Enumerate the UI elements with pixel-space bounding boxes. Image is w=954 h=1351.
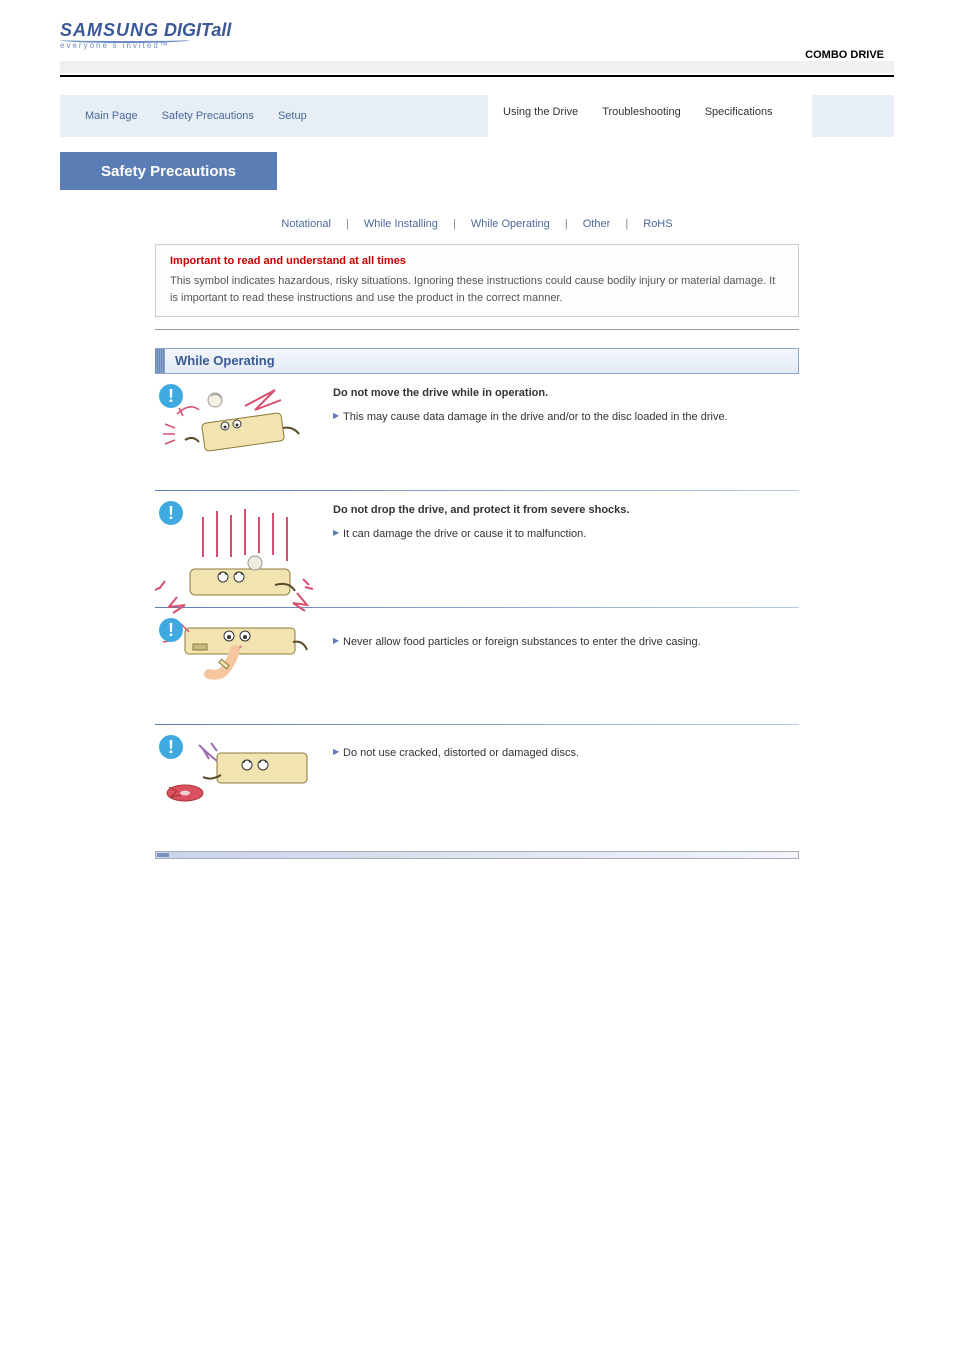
warning-row: ! Do not move the drive while in operati… <box>155 374 799 484</box>
header-accent-bars <box>155 349 165 373</box>
subnav-rohs[interactable]: RoHS <box>643 218 672 230</box>
nav-active-group: Using the Drive Troubleshooting Specific… <box>488 89 812 137</box>
logo-brand-primary: SAMSUNG <box>60 20 159 40</box>
nav-safety[interactable]: Safety Precautions <box>162 110 254 122</box>
nav-troubleshooting[interactable]: Troubleshooting <box>602 106 680 118</box>
warning-bullet-text: This may cause data damage in the drive … <box>343 409 728 426</box>
while-operating-header: While Operating <box>155 348 799 374</box>
warning-row: ! ▶ Do not use cracked, distorted or dam… <box>155 725 799 835</box>
warning-bullet-text: Never allow food particles or foreign su… <box>343 634 701 651</box>
exclamation-icon: ! <box>159 501 183 525</box>
important-title: Important to read and understand at all … <box>170 255 784 267</box>
warning-row: ! ▶ Never allow food particles or foreig… <box>155 608 799 718</box>
warning-text: Do not move the drive while in operation… <box>315 380 799 470</box>
header-divider <box>60 75 894 77</box>
warning-illustration-cracked-disc: ! <box>155 731 315 821</box>
warning-text: Do not drop the drive, and protect it fr… <box>315 497 799 587</box>
nav-main-page[interactable]: Main Page <box>85 110 138 122</box>
top-nav: Main Page Safety Precautions Setup Using… <box>60 95 894 137</box>
warning-bullet-text: It can damage the drive or cause it to m… <box>343 526 586 543</box>
bullet-icon: ▶ <box>333 745 343 762</box>
content-area: Notational | While Installing | While Op… <box>60 218 894 859</box>
subnav-other[interactable]: Other <box>583 218 611 230</box>
sub-nav: Notational | While Installing | While Op… <box>100 218 854 230</box>
warning-text: ▶ Do not use cracked, distorted or damag… <box>315 731 799 821</box>
warning-illustration-foreign: ! <box>155 614 315 704</box>
warning-row: ! Do not drop the drive, and protect it … <box>155 491 799 601</box>
model-bar: COMBO DRIVE <box>60 61 894 73</box>
warning-heading: Do not drop the drive, and protect it fr… <box>333 503 791 518</box>
warning-text: ▶ Never allow food particles or foreign … <box>315 614 799 704</box>
logo-brand-secondary: DIGITall <box>164 20 231 40</box>
while-operating-title: While Operating <box>175 353 275 368</box>
warning-heading: Do not move the drive while in operation… <box>333 386 791 401</box>
bullet-icon: ▶ <box>333 526 343 543</box>
warning-bullet-text: Do not use cracked, distorted or damaged… <box>343 745 579 762</box>
logo-tagline: everyone's invited™ <box>60 41 231 50</box>
important-notice: Important to read and understand at all … <box>155 244 799 317</box>
warning-illustration-moving: ! <box>155 380 315 470</box>
nav-using-drive[interactable]: Using the Drive <box>503 106 578 118</box>
bullet-icon: ▶ <box>333 634 343 651</box>
content-divider <box>155 329 799 330</box>
subnav-notational[interactable]: Notational <box>281 218 331 230</box>
bottom-gradient-bar <box>155 851 799 859</box>
samsung-logo: SAMSUNG DIGITall everyone's invited™ <box>60 20 231 50</box>
section-badge: Safety Precautions <box>60 152 277 190</box>
model-label: COMBO DRIVE <box>805 49 884 61</box>
important-text: This symbol indicates hazardous, risky s… <box>170 273 784 306</box>
subnav-operating[interactable]: While Operating <box>471 218 550 230</box>
exclamation-icon: ! <box>159 735 183 759</box>
nav-specifications[interactable]: Specifications <box>705 106 773 118</box>
bullet-icon: ▶ <box>333 409 343 426</box>
exclamation-icon: ! <box>159 384 183 408</box>
subnav-installing[interactable]: While Installing <box>364 218 438 230</box>
exclamation-icon: ! <box>159 618 183 642</box>
warning-illustration-drop: ! <box>155 497 315 587</box>
nav-setup[interactable]: Setup <box>278 110 307 122</box>
